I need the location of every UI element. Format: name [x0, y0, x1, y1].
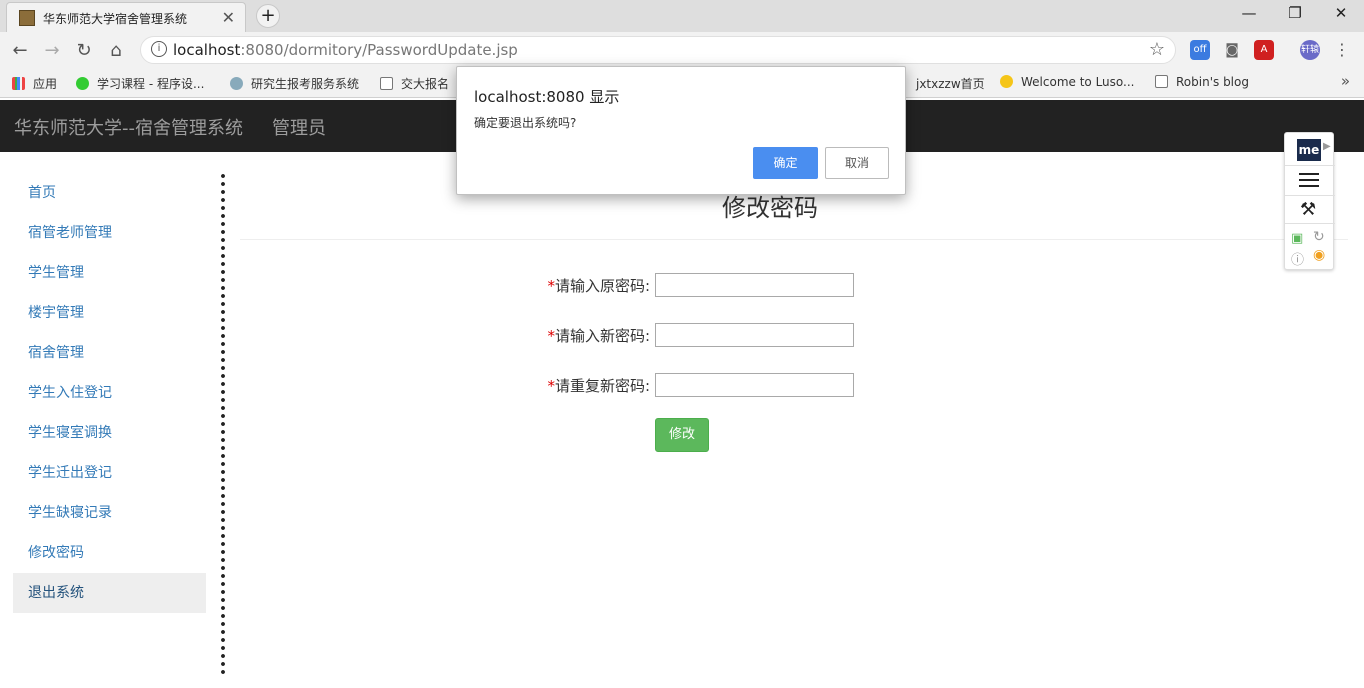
widget-separator: [1285, 223, 1335, 224]
sidebar-item-home[interactable]: 首页: [13, 173, 206, 213]
cast-icon[interactable]: ▣: [1291, 231, 1303, 246]
old-password-row: *请输入原密码:: [480, 273, 860, 297]
course-icon: [76, 77, 89, 90]
browser-tabstrip: 华东师范大学宿舍管理系统 ✕ + — ❐ ✕: [0, 0, 1364, 32]
window-close-icon[interactable]: ✕: [1318, 4, 1364, 22]
page-icon: [1155, 75, 1168, 88]
bookmark-sjtu[interactable]: 交大报名: [380, 75, 449, 92]
browser-toolbar: ← → ↻ ⌂ i localhost:8080/dormitory/Passw…: [0, 32, 1364, 68]
sidebar-item-checkin[interactable]: 学生入住登记: [13, 373, 206, 413]
expand-arrow-icon[interactable]: ▶: [1323, 141, 1331, 152]
new-password-row: *请输入新密码:: [480, 323, 860, 347]
off-extension-icon[interactable]: off: [1190, 40, 1210, 60]
dialog-title: localhost:8080 显示: [474, 88, 620, 106]
tab-close-icon[interactable]: ✕: [222, 8, 235, 27]
sidebar-item-absence[interactable]: 学生缺寝记录: [13, 493, 206, 533]
old-password-label: *请输入原密码:: [547, 277, 650, 295]
dialog-ok-button[interactable]: 确定: [753, 147, 818, 179]
old-password-input[interactable]: [655, 273, 854, 297]
widget-separator: [1285, 165, 1335, 166]
bookmark-jxtxzzw[interactable]: jxtxzzw首页: [900, 75, 985, 92]
minimize-icon[interactable]: —: [1226, 4, 1272, 22]
sidebar-item-checkout[interactable]: 学生迁出登记: [13, 453, 206, 493]
sidebar-item-dormitories[interactable]: 宿舍管理: [13, 333, 206, 373]
sidebar-item-dorm-teacher[interactable]: 宿管老师管理: [13, 213, 206, 253]
apps-grid-icon: [12, 77, 25, 90]
forward-icon[interactable]: →: [41, 40, 63, 61]
sidebar-item-buildings[interactable]: 楼宇管理: [13, 293, 206, 333]
refresh-icon[interactable]: ↻: [1313, 229, 1325, 245]
home-icon[interactable]: ⌂: [105, 40, 127, 61]
bookmark-luso[interactable]: Welcome to Luso...: [1000, 75, 1134, 89]
bookmark-apps[interactable]: 应用: [12, 75, 57, 92]
magic-wand-icon[interactable]: ⚒: [1300, 199, 1316, 220]
sidebar-item-students[interactable]: 学生管理: [13, 253, 206, 293]
dialog-cancel-button[interactable]: 取消: [825, 147, 889, 179]
url-text: localhost:8080/dormitory/PasswordUpdate.…: [173, 41, 518, 59]
profile-avatar[interactable]: 轩辕: [1300, 40, 1320, 60]
address-bar[interactable]: i localhost:8080/dormitory/PasswordUpdat…: [140, 36, 1176, 64]
bookmarks-overflow-icon[interactable]: »: [1341, 72, 1350, 90]
back-icon[interactable]: ←: [9, 40, 31, 61]
new-password-label: *请输入新密码:: [547, 327, 650, 345]
new-password-input[interactable]: [655, 323, 854, 347]
bookmark-star-icon[interactable]: ☆: [1149, 39, 1165, 60]
sidebar-item-change-password[interactable]: 修改密码: [13, 533, 206, 573]
repeat-password-input[interactable]: [655, 373, 854, 397]
confirm-dialog: localhost:8080 显示 确定要退出系统吗? 确定 取消: [456, 66, 906, 195]
info-circle-icon[interactable]: ⓘ: [1291, 249, 1304, 268]
extension-widget: me ▶ ⚒ ▣ ↻ ⓘ ◉: [1284, 132, 1335, 270]
site-brand[interactable]: 华东师范大学--宿舍管理系统: [14, 114, 243, 140]
user-role[interactable]: 管理员: [272, 114, 326, 140]
title-divider: [240, 239, 1348, 240]
repeat-password-row: *请重复新密码:: [480, 373, 860, 397]
sidebar-item-logout[interactable]: 退出系统: [13, 573, 206, 613]
new-tab-button[interactable]: +: [256, 4, 280, 28]
star-badge-icon: [1000, 75, 1013, 88]
sidebar-nav: 首页 宿管老师管理 学生管理 楼宇管理 宿舍管理 学生入住登记 学生寝室调换 学…: [13, 173, 206, 613]
eye-icon[interactable]: ◉: [1313, 247, 1325, 263]
widget-separator: [1285, 195, 1335, 196]
bookmark-course[interactable]: 学习课程 - 程序设...: [76, 75, 204, 92]
reload-icon[interactable]: ↻: [73, 40, 95, 61]
page-icon: [380, 77, 393, 90]
browser-menu-icon[interactable]: ⋮: [1332, 40, 1352, 60]
restore-icon[interactable]: ❐: [1272, 4, 1318, 22]
submit-button[interactable]: 修改: [655, 418, 709, 452]
browser-tab[interactable]: 华东师范大学宿舍管理系统 ✕: [6, 2, 246, 32]
menu-icon[interactable]: [1299, 173, 1319, 187]
pdf-extension-icon[interactable]: A: [1254, 40, 1274, 60]
site-favicon-icon: [19, 10, 35, 26]
repeat-password-label: *请重复新密码:: [547, 377, 650, 395]
sidebar-divider: [221, 172, 225, 676]
bookmark-grad-exam[interactable]: 研究生报考服务系统: [230, 75, 359, 92]
sidebar-item-room-swap[interactable]: 学生寝室调换: [13, 413, 206, 453]
camera-extension-icon[interactable]: ◙: [1222, 40, 1242, 60]
site-info-icon[interactable]: i: [151, 41, 167, 57]
me-logo-icon[interactable]: me: [1297, 139, 1321, 161]
tab-title: 华东师范大学宿舍管理系统: [43, 12, 188, 26]
bookmark-robin[interactable]: Robin's blog: [1155, 75, 1249, 89]
dialog-message: 确定要退出系统吗?: [474, 116, 577, 130]
university-icon: [230, 77, 243, 90]
